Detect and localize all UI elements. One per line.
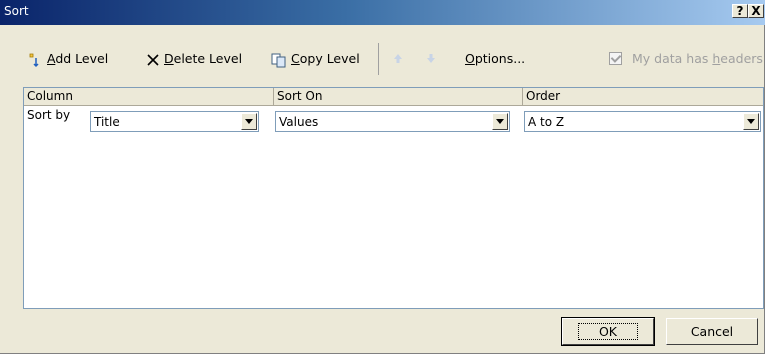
options-label: ptions... <box>474 51 526 66</box>
chevron-down-icon[interactable] <box>241 113 257 130</box>
delete-icon <box>147 53 159 66</box>
sort-on-select[interactable]: Values <box>275 111 510 132</box>
ok-label: OK <box>577 323 639 340</box>
chevron-down-icon[interactable] <box>492 113 508 130</box>
move-down-button[interactable] <box>425 52 437 67</box>
column-select[interactable]: Title <box>90 111 259 132</box>
column-header: Column <box>24 88 274 106</box>
sort-on-select-value: Values <box>279 115 319 129</box>
window-title: Sort <box>4 4 29 18</box>
delete-level-accel: D <box>164 51 174 66</box>
delete-level-label: elete Level <box>173 51 243 66</box>
move-down-icon <box>427 54 435 63</box>
headers-label-pre: My data has <box>631 51 713 66</box>
sort-by-label: Sort by <box>27 108 71 122</box>
sort-on-header: Sort On <box>274 88 523 106</box>
options-button[interactable]: Options... <box>465 51 525 66</box>
copy-icon <box>271 53 286 67</box>
title-bar: Sort ? X <box>0 0 765 25</box>
order-select[interactable]: A to Z <box>524 111 761 132</box>
copy-level-button[interactable]: Copy Level <box>271 51 360 68</box>
toolbar: Add Level Delete Level Copy Level Option… <box>0 34 765 84</box>
copy-level-label: opy Level <box>299 51 360 66</box>
add-level-button[interactable]: Add Level <box>27 51 108 68</box>
add-level-icon <box>29 53 39 67</box>
sort-dialog: Sort ? X Add Level Delete Level Copy Lev… <box>0 0 765 354</box>
chevron-down-icon[interactable] <box>743 113 759 130</box>
cancel-button[interactable]: Cancel <box>666 318 758 345</box>
sort-levels-grid: Column Sort On Order Sort by Title Value… <box>23 87 764 309</box>
options-accel: O <box>465 51 475 66</box>
headers-label-rest: eaders <box>720 51 763 66</box>
move-up-icon <box>394 54 402 63</box>
headers-checkbox[interactable]: My data has headers <box>609 51 763 66</box>
checkbox-checked-icon[interactable] <box>609 52 622 65</box>
toolbar-separator <box>378 43 379 75</box>
close-button[interactable]: X <box>748 4 764 18</box>
ok-button[interactable]: OK <box>561 317 655 346</box>
help-button[interactable]: ? <box>732 4 748 18</box>
delete-level-button[interactable]: Delete Level <box>146 51 242 67</box>
order-select-value: A to Z <box>528 115 565 129</box>
order-header: Order <box>523 88 763 106</box>
add-level-label: dd Level <box>55 51 109 66</box>
copy-level-accel: C <box>291 51 300 66</box>
column-select-value: Title <box>94 115 120 129</box>
sort-level-row[interactable]: Sort by Title Values A to Z <box>24 106 763 132</box>
move-up-button[interactable] <box>392 52 404 67</box>
